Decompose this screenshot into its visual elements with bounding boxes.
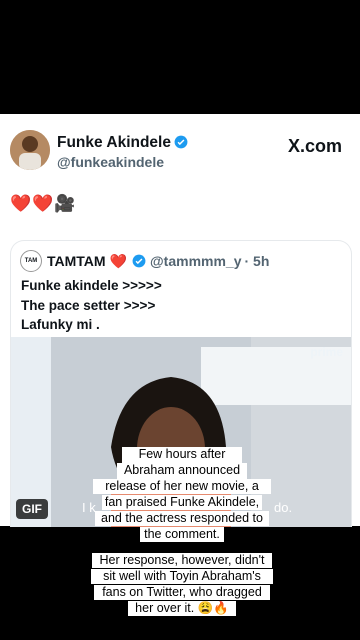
quoted-handle[interactable]: @tammmm_y: [150, 253, 241, 269]
author-handle[interactable]: @funkeakindele: [57, 154, 164, 170]
quoted-avatar[interactable]: TAM: [20, 250, 42, 272]
tweet-text: ❤️❤️🎥: [10, 194, 77, 213]
caption-line: the comment.: [140, 527, 224, 542]
quoted-line: The pace setter >>>>: [21, 297, 156, 313]
caption-line: her over it. 😩🔥: [128, 601, 236, 616]
gif-badge: GIF: [16, 499, 48, 519]
watermark: prime: [310, 345, 343, 359]
quoted-text: Funke akindele >>>>> The pace setter >>>…: [21, 276, 162, 335]
caption-line: fans on Twitter, who dragged: [94, 585, 270, 600]
subtitle-right: do.: [274, 500, 293, 515]
site-logo: X.com: [287, 136, 342, 156]
quoted-line: Funke akindele >>>>>: [21, 278, 162, 293]
caption-line: release of her new movie, a: [93, 479, 271, 494]
caption-line: and the actress responded to: [95, 511, 269, 526]
caption-line: fan praised Funke Akindele,: [102, 495, 262, 510]
caption-line: Her response, however, didn't: [92, 553, 272, 568]
caption-line: sit well with Toyin Abraham's: [91, 569, 273, 584]
verified-badge-icon: [132, 254, 146, 268]
author-name[interactable]: Funke Akindele: [57, 134, 188, 152]
quoted-header: TAM TAMTAM ❤️ @tammmm_y · 5h: [20, 250, 269, 272]
heart-emoji: ❤️: [109, 252, 128, 269]
avatar[interactable]: [10, 130, 50, 170]
verified-badge-icon: [174, 135, 188, 149]
quoted-line: Lafunky mi .: [21, 317, 100, 332]
quoted-name[interactable]: TAMTAM: [47, 253, 106, 269]
quoted-time: · 5h: [244, 253, 270, 269]
